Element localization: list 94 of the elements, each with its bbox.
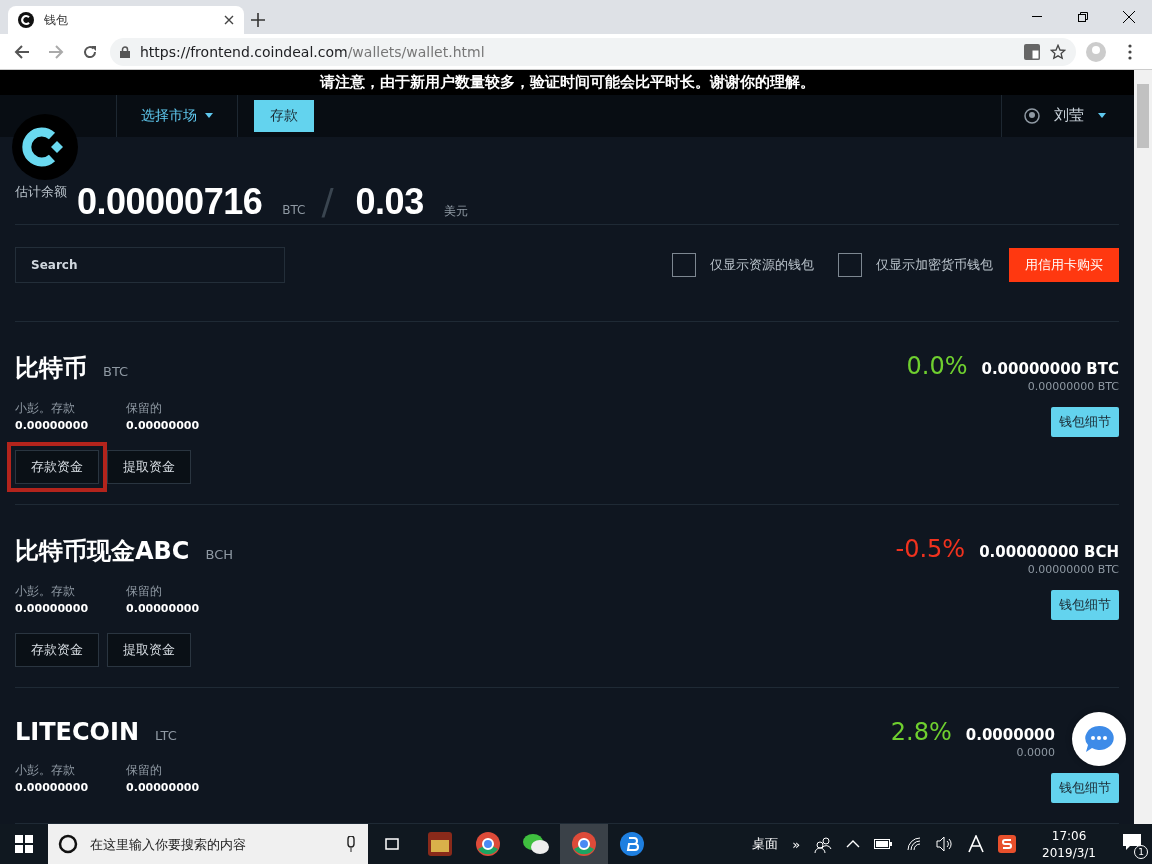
sogou-icon[interactable] (998, 835, 1017, 853)
clock-time[interactable]: 17:06 (1051, 828, 1087, 843)
withdraw-funds-button[interactable]: 提取资金 (107, 633, 191, 667)
reserved-value: 0.00000000 (126, 602, 200, 615)
wallet-details-button[interactable]: 钱包细节 (1051, 773, 1119, 803)
checkbox[interactable] (838, 252, 862, 277)
reserved-label: 保留的 (126, 762, 164, 779)
checkbox-label: 仅显示加密货币钱包 (876, 255, 993, 274)
deposit-button[interactable]: 存款 (254, 99, 314, 132)
notice-text: 请注意，由于新用户数量较多，验证时间可能会比平时长。谢谢你的理解。 (0, 70, 1134, 95)
change-percent: 2.8% (890, 718, 952, 746)
letter-b-app-icon[interactable] (620, 832, 644, 856)
tab-title: 钱包 (44, 11, 69, 29)
search-field[interactable]: Search (15, 246, 285, 283)
reserved-value: 0.00000000 (126, 781, 200, 794)
available-value: 0.00000000 (15, 419, 89, 432)
input-method-icon[interactable] (968, 835, 985, 853)
checkbox-label: 仅显示资源的钱包 (710, 255, 814, 274)
wallet-name: LITECOIN (15, 718, 140, 746)
more-toggle[interactable]: » (792, 836, 801, 852)
wallet-name: 比特币现金ABC (15, 536, 190, 567)
people-icon[interactable] (814, 835, 833, 853)
buy-with-card-button[interactable]: 用信用卡购买 (1009, 247, 1119, 282)
back-icon[interactable] (14, 43, 30, 60)
plus-icon[interactable] (251, 13, 265, 27)
windows-icon[interactable] (15, 835, 33, 853)
change-percent: 0.0% (906, 352, 968, 380)
browser-app-icon[interactable] (572, 832, 596, 856)
available-value: 0.00000000 (15, 602, 89, 615)
task-view-icon[interactable] (383, 836, 401, 852)
wallet-amount-btc: 0.00000000 BTC (1027, 380, 1119, 393)
chat-app-icon[interactable] (523, 833, 549, 855)
menu-icon[interactable] (1128, 43, 1132, 60)
wallet-details-button[interactable]: 钱包细节 (1051, 590, 1119, 620)
deposit-funds-button[interactable]: 存款资金 (15, 450, 99, 484)
wifi-icon[interactable] (906, 836, 923, 852)
wallet-amount-btc: 0.00000000 BTC (1027, 563, 1119, 576)
wallet-name: 比特币 (15, 353, 87, 384)
game-app-icon[interactable] (428, 832, 452, 856)
battery-icon[interactable] (874, 839, 893, 849)
reserved-label: 保留的 (126, 400, 164, 417)
balance-label: 估计余额 (15, 182, 67, 201)
site-icon (18, 12, 34, 28)
fiat-balance: 0.03 (355, 180, 424, 223)
logo (12, 114, 78, 180)
browser-app-icon[interactable] (476, 832, 500, 856)
wallet-amount: 0.00000000 BTC (981, 360, 1119, 378)
address-field[interactable]: https://frontend.coindeal.com/wallets/wallet.html (110, 37, 1076, 66)
wallet-code: BCH (205, 547, 234, 562)
market-dropdown[interactable]: 选择市场 (116, 94, 238, 137)
taskbar-search-field[interactable]: 在这里输入你要搜索的内容 (88, 835, 336, 853)
star-icon[interactable] (1050, 43, 1066, 60)
wallet-amount: 0.00000000 BCH (979, 543, 1119, 561)
withdraw-funds-button[interactable]: 提取资金 (107, 450, 191, 484)
close-icon[interactable] (224, 15, 234, 25)
wallet-details-button[interactable]: 钱包细节 (1051, 407, 1119, 437)
available-value: 0.00000000 (15, 781, 89, 794)
reserved-label: 保留的 (126, 583, 164, 600)
user-icon (1024, 107, 1040, 124)
chat-icon (1084, 725, 1114, 753)
btc-unit: BTC (282, 202, 306, 217)
available-label: 小彭。存款 (15, 583, 76, 600)
restore-icon[interactable] (1078, 12, 1088, 22)
minimize-icon[interactable] (1032, 16, 1042, 18)
volume-icon[interactable] (936, 836, 955, 852)
microphone-icon (346, 836, 356, 852)
cortana-icon (58, 834, 78, 854)
wallet-code: LTC (155, 728, 177, 743)
separator-slash: / (321, 180, 334, 222)
caret-icon (1098, 113, 1106, 119)
lock-icon (120, 45, 130, 58)
desktop-label[interactable]: 桌面 (752, 835, 779, 853)
chat-button[interactable] (1072, 712, 1126, 766)
btc-balance: 0.00000716 (77, 180, 263, 223)
reserved-value: 0.00000000 (126, 419, 200, 432)
clock-date[interactable]: 2019/3/1 (1042, 845, 1096, 860)
wallet-amount: 0.0000000 (965, 726, 1055, 744)
taskbar-search-bar[interactable]: 在这里输入你要搜索的内容 (48, 824, 368, 864)
change-percent: -0.5% (895, 535, 966, 563)
fiat-unit: 美元 (443, 202, 468, 220)
deposit-funds-button[interactable]: 存款资金 (15, 633, 99, 667)
wallet-code: BTC (103, 364, 129, 379)
url-text: https://frontend.coindeal.com/wallets/wallet.html (140, 43, 485, 60)
scrollbar[interactable] (1134, 70, 1152, 824)
checkbox[interactable] (672, 252, 696, 277)
available-label: 小彭。存款 (15, 762, 76, 779)
close-icon[interactable] (1123, 11, 1135, 23)
reload-icon[interactable] (82, 43, 98, 60)
available-label: 小彭。存款 (15, 400, 76, 417)
translate-icon[interactable] (1024, 43, 1040, 60)
browser-tab[interactable]: 钱包 (8, 6, 244, 34)
wallet-amount-btc: 0.0000 (1016, 746, 1055, 759)
caret-icon (205, 113, 213, 119)
chevron-up-icon[interactable] (846, 840, 861, 848)
